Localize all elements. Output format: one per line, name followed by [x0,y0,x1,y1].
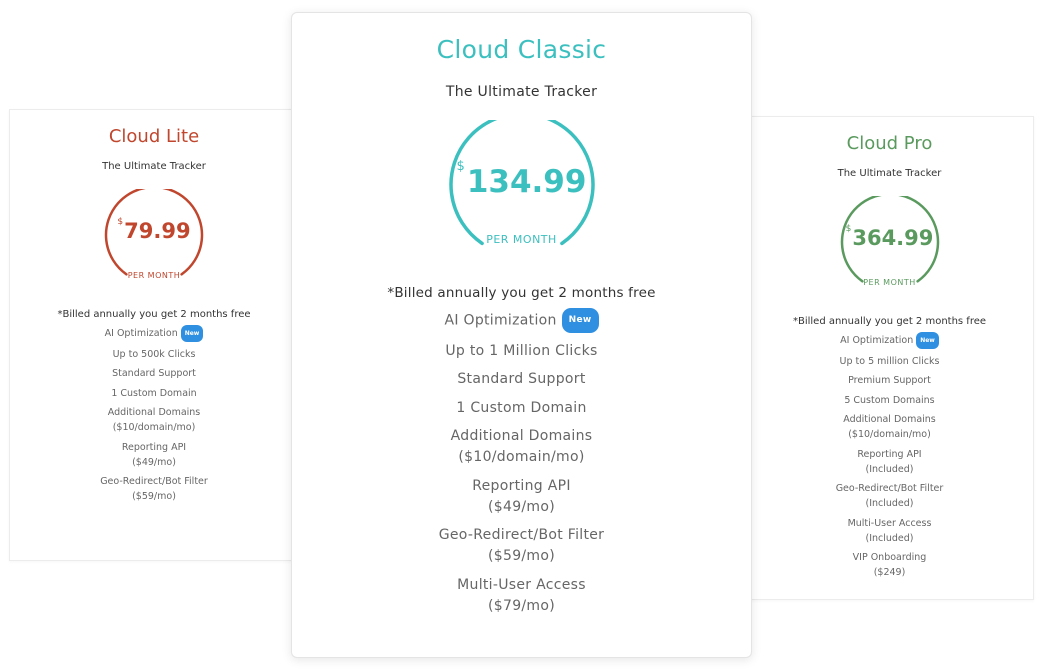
new-badge: New [561,308,599,333]
feature-item: Additional Domains ($10/domain/mo) [746,412,1033,442]
price-period: PER MONTH [486,233,557,246]
feature-price-note: ($59/mo) [488,548,555,564]
feature-item: Reporting API (Included) [746,447,1033,477]
feature-label: Geo-Redirect/Bot Filter [835,483,944,494]
feature-item: Up to 5 million Clicks [746,354,1033,369]
billing-note: *Billed annually you get 2 months free [57,309,251,320]
plan-tagline: The Ultimate Tracker [837,168,942,179]
price-dial: $364.99 PER MONTH [838,196,942,300]
feature-label: Additional Domains [843,414,936,425]
price-amount: 134.99 [466,164,587,200]
feature-label: AI Optimization [444,312,557,329]
price-display: $134.99 [447,159,597,200]
price-dial: $79.99 PER MONTH [102,189,206,293]
feature-price-note: ($10/domain/mo) [458,449,585,465]
feature-label: Standard Support [112,368,196,379]
feature-label: Up to 5 million Clicks [839,355,940,367]
feature-item: Reporting API ($49/mo) [10,440,298,470]
price-period: PER MONTH [127,271,181,280]
feature-label: Geo-Redirect/Bot Filter [438,527,605,543]
feature-label: Standard Support [457,371,586,387]
price-display: $364.99 [838,224,942,250]
feature-label: Additional Domains [107,407,201,418]
currency-symbol: $ [117,217,124,227]
billing-note: *Billed annually you get 2 months free [792,316,987,327]
feature-label: Up to 1 Million Clicks [445,342,598,359]
plan-card-cloud-pro[interactable]: Cloud Pro The Ultimate Tracker $364.99 P… [745,116,1034,600]
feature-label: Premium Support [848,375,931,386]
feature-label: Geo-Redirect/Bot Filter [100,476,208,487]
feature-item: Reporting API ($49/mo) [292,476,751,518]
new-badge: New [180,325,204,342]
feature-price-note: ($10/domain/mo) [112,422,196,433]
feature-label: Reporting API [121,441,187,453]
feature-item: Geo-Redirect/Bot Filter (Included) [746,481,1033,511]
feature-label: Reporting API [472,477,571,494]
price-dial: $134.99 PER MONTH [447,120,597,270]
currency-symbol: $ [845,224,852,234]
plan-tagline: The Ultimate Tracker [445,84,598,100]
price-amount: 364.99 [852,226,934,250]
feature-label: Reporting API [857,448,922,460]
billing-note: *Billed annually you get 2 months free [387,285,656,301]
feature-price-note: (Included) [865,532,914,544]
feature-price-note: ($249) [873,567,906,578]
feature-price-note: ($49/mo) [132,456,176,468]
feature-item: Geo-Redirect/Bot Filter ($59/mo) [10,474,298,504]
feature-label: 1 Custom Domain [456,399,587,416]
feature-item: 1 Custom Domain [292,398,751,419]
feature-item: Premium Support [746,373,1033,388]
price-period: PER MONTH [863,278,916,287]
feature-item: Standard Support [10,366,298,381]
feature-item: AI Optimization New [292,308,751,333]
feature-label: Additional Domains [450,428,593,444]
plan-title: Cloud Classic [436,35,607,64]
feature-item: Multi-User Access (Included) [746,516,1033,546]
feature-price-note: ($59/mo) [132,491,176,502]
feature-label: Up to 500k Clicks [112,348,196,360]
feature-label: AI Optimization [104,328,178,339]
feature-item: Up to 500k Clicks [10,347,298,362]
feature-label: 5 Custom Domains [844,394,935,406]
feature-item: VIP Onboarding ($249) [746,550,1033,580]
feature-price-note: ($10/domain/mo) [848,429,931,440]
plan-card-cloud-lite[interactable]: Cloud Lite The Ultimate Tracker $79.99 P… [9,109,299,561]
feature-item: Additional Domains ($10/domain/mo) [10,405,298,435]
feature-item: Geo-Redirect/Bot Filter ($59/mo) [292,525,751,567]
feature-item: 1 Custom Domain [10,386,298,401]
feature-item: Multi-User Access ($79/mo) [292,575,751,617]
plan-tagline: The Ultimate Tracker [102,161,206,172]
feature-list: AI Optimization New Up to 1 Million Clicks… [292,308,751,617]
feature-item: 5 Custom Domains [746,393,1033,408]
plan-title: Cloud Pro [846,133,933,154]
feature-price-note: ($79/mo) [488,597,555,614]
feature-price-note: ($49/mo) [488,498,555,515]
feature-item: AI Optimization New [746,332,1033,349]
feature-list: AI Optimization New Up to 5 million Clicks… [746,332,1033,580]
feature-price-note: (Included) [865,463,914,475]
feature-label: Multi-User Access [847,517,932,529]
feature-price-note: (Included) [865,498,914,509]
new-badge: New [916,332,939,349]
feature-item: Up to 1 Million Clicks [292,341,751,362]
feature-item: Standard Support [292,369,751,390]
price-display: $79.99 [102,217,206,243]
feature-label: 1 Custom Domain [111,387,197,399]
feature-list: AI Optimization New Up to 500k Clicks Stand… [10,325,298,504]
feature-item: Additional Domains ($10/domain/mo) [292,426,751,468]
plan-title: Cloud Lite [108,126,200,147]
plan-card-cloud-classic[interactable]: Cloud Classic The Ultimate Tracker $134.… [291,12,752,658]
feature-label: Multi-User Access [457,576,586,593]
currency-symbol: $ [456,159,465,174]
price-amount: 79.99 [124,219,191,243]
feature-label: AI Optimization [840,335,914,346]
feature-label: VIP Onboarding [852,552,927,563]
feature-item: AI Optimization New [10,325,298,342]
